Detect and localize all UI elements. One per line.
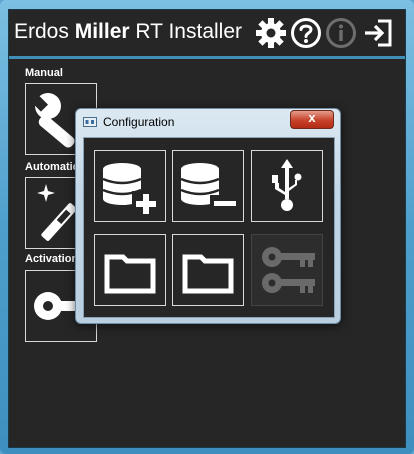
folder-button-1[interactable]	[94, 234, 166, 306]
app-title: Erdos Miller RT Installer	[14, 20, 242, 44]
title-accent-bar	[9, 56, 405, 59]
keys-icon	[262, 247, 315, 293]
window-frame: Erdos Miller RT Installer Manual Automat…	[0, 0, 414, 454]
folder-icon	[182, 254, 234, 294]
window-icon	[83, 117, 97, 127]
keys-button[interactable]	[251, 234, 323, 306]
section-label-activation: Activation	[25, 253, 77, 265]
dialog-close-button[interactable]: x	[290, 110, 334, 129]
close-label: x	[308, 110, 316, 125]
folder-button-2[interactable]	[172, 234, 244, 306]
app-title-prefix: Erdos	[14, 20, 75, 43]
remove-database-button[interactable]	[172, 150, 244, 222]
exit-icon[interactable]	[362, 17, 394, 49]
help-icon[interactable]	[290, 17, 322, 49]
database-add-icon	[102, 163, 160, 219]
section-label-manual: Manual	[25, 67, 63, 79]
dialog-title: Configuration	[103, 115, 175, 129]
section-label-automation: Automation	[25, 161, 77, 173]
usb-button[interactable]	[251, 150, 323, 222]
configuration-dialog: Configuration x	[75, 108, 341, 324]
add-database-button[interactable]	[94, 150, 166, 222]
app-title-suffix: RT Installer	[129, 20, 242, 43]
app-title-bold: Miller	[74, 20, 130, 43]
gear-icon[interactable]	[255, 17, 287, 49]
dialog-body	[83, 137, 335, 318]
title-bar: Erdos Miller RT Installer	[9, 10, 405, 56]
folder-icon	[104, 254, 156, 294]
usb-icon	[272, 159, 302, 211]
database-remove-icon	[180, 163, 240, 213]
info-icon[interactable]	[325, 17, 357, 49]
